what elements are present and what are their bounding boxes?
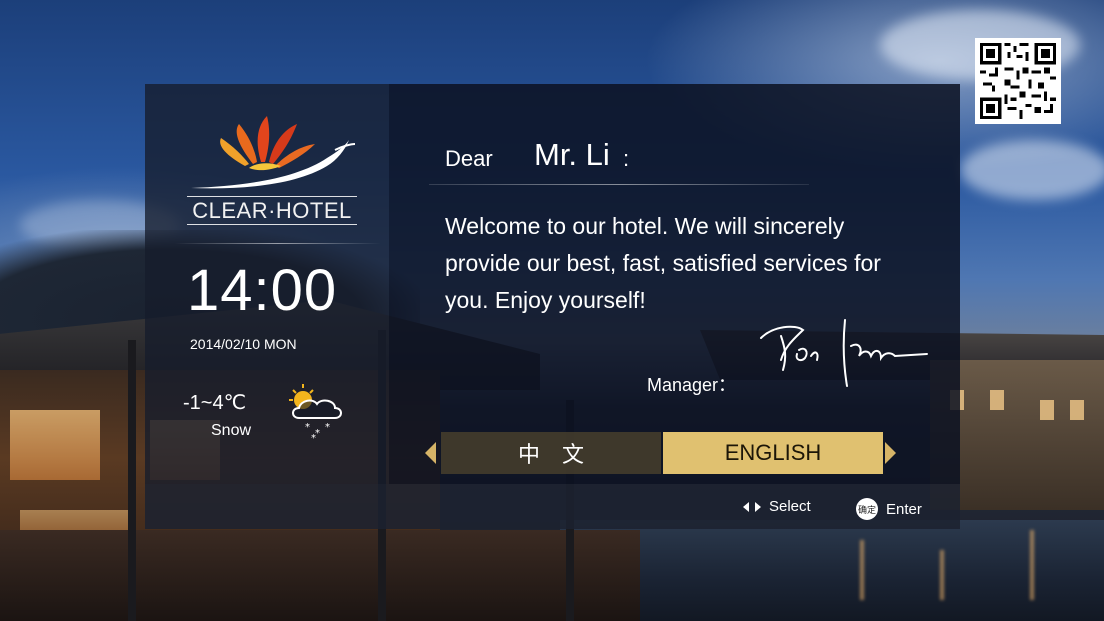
svg-text:*: * <box>305 422 310 433</box>
select-hint: Select <box>743 498 811 515</box>
language-selector: 中文 ENGLISH <box>425 432 905 474</box>
hotel-logo: CLEAR·HOTEL <box>187 106 357 226</box>
guest-name: Mr. Li <box>534 137 610 172</box>
ok-button-icon: 确定 <box>856 498 878 520</box>
select-hint-label: Select <box>769 498 811 515</box>
svg-text:*: * <box>311 433 316 442</box>
enter-hint: 确定 Enter <box>856 498 922 520</box>
arrow-left-icon[interactable] <box>425 442 436 464</box>
arrow-right-icon[interactable] <box>885 442 896 464</box>
manager-label: Manager： <box>647 375 737 395</box>
qr-code <box>975 38 1061 124</box>
divider <box>175 243 381 244</box>
welcome-message: Welcome to our hotel. We will sincerely … <box>445 213 881 313</box>
clock-date: 2014/02/10 MON <box>190 336 297 352</box>
welcome-card: CLEAR·HOTEL 14:00 2014/02/10 MON -1~4℃ S… <box>145 84 960 529</box>
weather-temperature: -1~4℃ <box>183 392 247 414</box>
svg-text:*: * <box>325 422 330 433</box>
language-option-chinese[interactable]: 中文 <box>441 432 661 474</box>
salutation-colon: : <box>623 146 630 171</box>
divider <box>429 184 809 185</box>
weather-condition: Snow <box>211 422 252 439</box>
hotel-name: CLEAR·HOTEL <box>192 198 352 223</box>
clock-time: 14:00 <box>187 258 338 323</box>
salutation: Dear <box>445 146 493 171</box>
arrow-left-icon <box>743 501 749 512</box>
language-option-english[interactable]: ENGLISH <box>663 432 883 474</box>
info-panel: CLEAR·HOTEL 14:00 2014/02/10 MON -1~4℃ S… <box>145 84 389 484</box>
partly-sunny-snow-icon: * * * * <box>281 380 349 444</box>
arrow-right-icon <box>755 501 761 512</box>
enter-hint-label: Enter <box>886 500 922 518</box>
hint-bar: Select 确定 Enter <box>145 484 960 529</box>
manager-signature <box>755 316 935 396</box>
greeting-panel: Dear Mr. Li : Welcome to our hotel. We w… <box>389 84 960 484</box>
